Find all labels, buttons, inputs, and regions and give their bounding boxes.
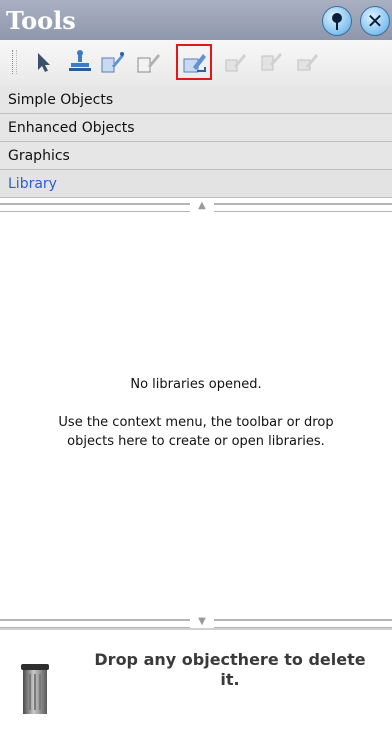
toolbar-grip[interactable]	[12, 50, 17, 74]
section-simple-objects[interactable]: Simple Objects	[0, 86, 392, 114]
delete-drop-text: Drop any objecthere to delete it.	[70, 650, 390, 690]
library-tool-7-icon[interactable]	[258, 48, 286, 76]
pin-icon[interactable]	[322, 6, 352, 36]
section-library[interactable]: Library	[0, 170, 392, 198]
library-bottom-splitter[interactable]: ▼	[0, 615, 392, 629]
open-library-icon[interactable]	[134, 48, 162, 76]
library-top-splitter[interactable]: ▲	[0, 199, 392, 213]
delete-drop-text-line-1: Drop any objecthere to delete	[94, 650, 366, 669]
delete-drop-zone[interactable]: Drop any objecthere to delete it.	[0, 628, 392, 748]
close-glyph: ✕	[366, 9, 384, 33]
delete-drop-text-line-2: it.	[220, 670, 240, 689]
pointer-tool-icon[interactable]	[30, 48, 58, 76]
library-hint-line-1: Use the context menu, the toolbar or dro…	[58, 415, 334, 430]
trash-bin-icon	[20, 662, 50, 716]
chevron-down-icon[interactable]: ▼	[190, 615, 214, 629]
chevron-up-icon[interactable]: ▲	[190, 199, 214, 213]
section-enhanced-objects[interactable]: Enhanced Objects	[0, 114, 392, 142]
library-tool-6-icon[interactable]	[222, 48, 250, 76]
empty-library-message: No libraries opened.	[130, 377, 262, 392]
library-tool-8-icon[interactable]	[294, 48, 322, 76]
stamp-tool-icon[interactable]	[66, 48, 94, 76]
tools-toolbar	[0, 40, 392, 86]
panel-titlebar: Tools ✕	[0, 0, 392, 40]
new-library-icon[interactable]	[98, 48, 126, 76]
section-graphics[interactable]: Graphics	[0, 142, 392, 170]
panel-title: Tools	[6, 6, 76, 35]
library-hint-line-2: objects here to create or open libraries…	[67, 434, 325, 449]
close-icon[interactable]: ✕	[360, 6, 390, 36]
add-to-library-icon[interactable]	[176, 44, 212, 80]
library-content-area[interactable]: No libraries opened. Use the context men…	[0, 212, 392, 616]
